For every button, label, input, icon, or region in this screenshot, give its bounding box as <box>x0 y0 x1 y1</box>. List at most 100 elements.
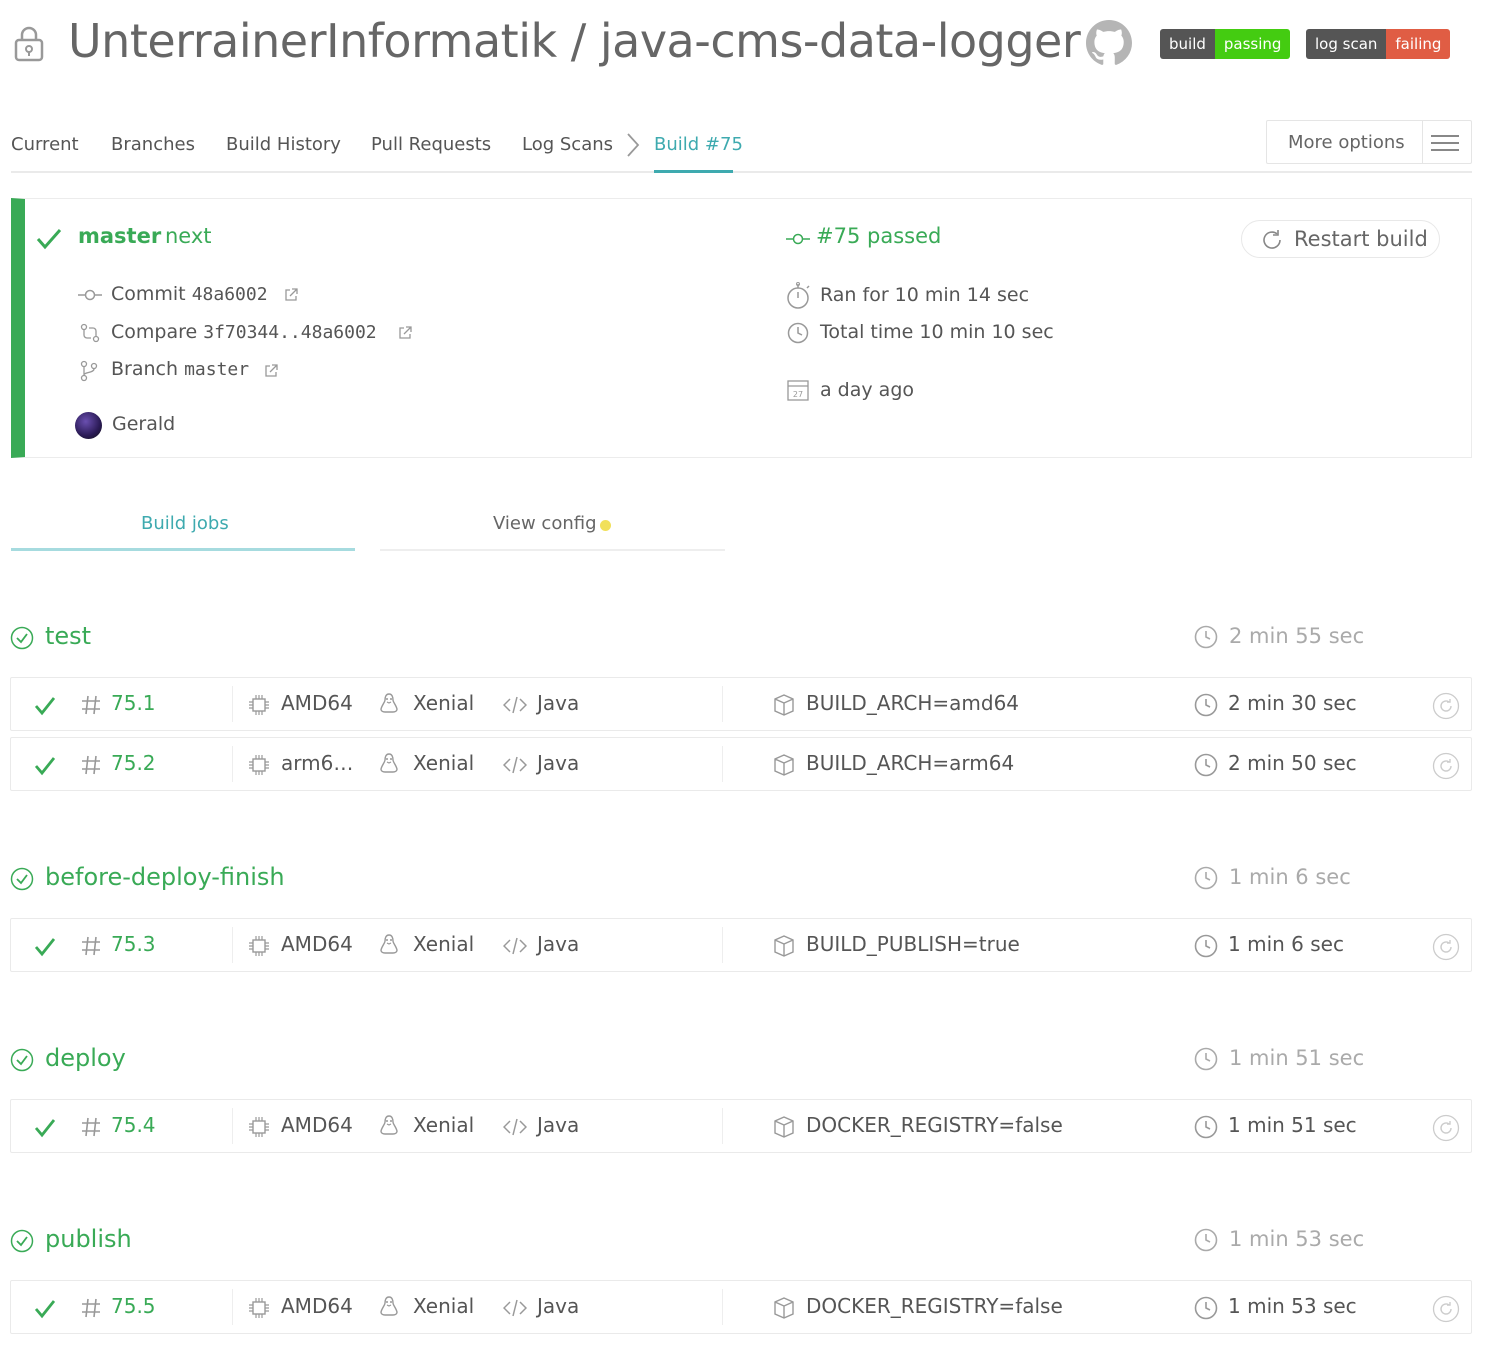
restart-icon <box>1260 228 1284 252</box>
job-os: Xenial <box>413 932 475 956</box>
job-divider <box>722 1108 723 1144</box>
hash-icon <box>80 694 102 716</box>
job-divider <box>232 1289 233 1325</box>
job-duration: 1 min 51 sec <box>1228 1113 1357 1137</box>
tab-build-history[interactable]: Build History <box>226 134 341 155</box>
more-options-button[interactable]: More options <box>1266 120 1472 164</box>
tab-log-scans[interactable]: Log Scans <box>522 134 613 155</box>
clock-icon <box>1194 866 1218 890</box>
nav-divider <box>11 171 1472 173</box>
job-divider <box>722 927 723 963</box>
code-icon <box>503 1118 527 1136</box>
job-os: Xenial <box>413 691 475 715</box>
restart-build-label: Restart build <box>1294 227 1428 251</box>
linux-icon <box>378 692 400 716</box>
config-status-dot <box>600 520 611 531</box>
tab-pull-requests[interactable]: Pull Requests <box>371 134 491 155</box>
clock-icon <box>1194 753 1218 777</box>
github-icon[interactable] <box>1086 20 1132 66</box>
check-icon <box>34 696 56 716</box>
badge-label: build <box>1160 29 1215 59</box>
package-icon <box>773 754 795 776</box>
stage-status-icon <box>10 1229 34 1253</box>
restart-job-icon[interactable] <box>1432 752 1460 780</box>
chevron-right-icon <box>626 132 640 158</box>
avatar <box>75 412 102 439</box>
branch-link[interactable]: Branch master <box>111 358 249 380</box>
tab-build-75[interactable]: Build #75 <box>654 134 743 155</box>
tab-view-config[interactable]: View config <box>493 513 597 534</box>
external-link-icon[interactable] <box>284 287 299 302</box>
job-duration: 1 min 53 sec <box>1228 1294 1357 1318</box>
stage-duration: 1 min 53 sec <box>1229 1227 1365 1251</box>
package-icon <box>773 1297 795 1319</box>
clock-icon <box>1194 934 1218 958</box>
job-language: Java <box>537 691 580 715</box>
hash-icon <box>80 935 102 957</box>
commit-message: next <box>165 224 212 248</box>
linux-icon <box>378 933 400 957</box>
commit-sha: 48a6002 <box>191 284 268 305</box>
commit-link[interactable]: Commit 48a6002 <box>111 283 268 305</box>
build-date: a day ago <box>820 379 914 401</box>
job-divider <box>722 746 723 782</box>
external-link-icon[interactable] <box>398 325 413 340</box>
branch-name-link[interactable]: master <box>78 224 161 248</box>
job-language: Java <box>537 1113 580 1137</box>
stopwatch-icon <box>786 282 812 310</box>
check-icon <box>34 937 56 957</box>
branch-label: Branch <box>111 358 179 380</box>
compare-label: Compare <box>111 321 198 343</box>
calendar-icon: 27 <box>787 379 809 401</box>
build-status-link[interactable]: #75 passed <box>816 224 941 248</box>
job-number[interactable]: 75.2 <box>111 751 156 775</box>
tab-current[interactable]: Current <box>11 134 79 155</box>
restart-job-icon[interactable] <box>1432 1114 1460 1142</box>
job-number[interactable]: 75.4 <box>111 1113 156 1137</box>
job-row[interactable]: 75.2 arm6… Xenial Java BUILD_ARCH=arm64 … <box>10 737 1472 791</box>
job-row[interactable]: 75.3 AMD64 Xenial Java BUILD_PUBLISH=tru… <box>10 918 1472 972</box>
job-row[interactable]: 75.4 AMD64 Xenial Java DOCKER_REGISTRY=f… <box>10 1099 1472 1153</box>
total-time: Total time 10 min 10 sec <box>820 321 1054 343</box>
job-number[interactable]: 75.3 <box>111 932 156 956</box>
clock-icon <box>1194 1115 1218 1139</box>
compare-link[interactable]: Compare 3f70344..48a6002 <box>111 321 377 343</box>
restart-job-icon[interactable] <box>1432 1295 1460 1323</box>
job-env: BUILD_ARCH=amd64 <box>806 691 1020 715</box>
job-divider <box>722 1289 723 1325</box>
clock-icon <box>787 322 809 344</box>
stage-status-icon <box>10 626 34 650</box>
restart-build-button[interactable]: Restart build <box>1241 220 1440 258</box>
job-arch: AMD64 <box>281 691 353 715</box>
stage-status-icon <box>10 867 34 891</box>
more-options-divider <box>1422 121 1423 163</box>
badge-value: passing <box>1214 29 1291 59</box>
job-divider <box>232 746 233 782</box>
check-icon <box>34 1299 56 1319</box>
commit-icon <box>786 232 810 246</box>
build-status-badge[interactable]: build passing <box>1160 29 1291 59</box>
restart-job-icon[interactable] <box>1432 933 1460 961</box>
job-arch: AMD64 <box>281 1113 353 1137</box>
job-divider <box>232 686 233 722</box>
job-number[interactable]: 75.1 <box>111 691 156 715</box>
log-scan-badge[interactable]: log scan failing <box>1306 29 1451 59</box>
tab-build-jobs[interactable]: Build jobs <box>141 513 229 534</box>
job-divider <box>722 686 723 722</box>
job-duration: 2 min 30 sec <box>1228 691 1357 715</box>
clock-icon <box>1194 625 1218 649</box>
repo-title[interactable]: UnterrainerInformatik / java-cms-data-lo… <box>68 14 1081 68</box>
calendar-day: 27 <box>793 390 803 399</box>
restart-job-icon[interactable] <box>1432 692 1460 720</box>
commit-icon <box>78 288 102 302</box>
job-row[interactable]: 75.5 AMD64 Xenial Java DOCKER_REGISTRY=f… <box>10 1280 1472 1334</box>
tab-branches[interactable]: Branches <box>111 134 195 155</box>
cpu-icon <box>248 694 270 716</box>
package-icon <box>773 1116 795 1138</box>
job-number[interactable]: 75.5 <box>111 1294 156 1318</box>
external-link-icon[interactable] <box>264 363 279 378</box>
commit-label: Commit <box>111 283 186 305</box>
job-row[interactable]: 75.1 AMD64 Xenial Java BUILD_ARCH=amd64 … <box>10 677 1472 731</box>
cpu-icon <box>248 1297 270 1319</box>
job-duration: 2 min 50 sec <box>1228 751 1357 775</box>
